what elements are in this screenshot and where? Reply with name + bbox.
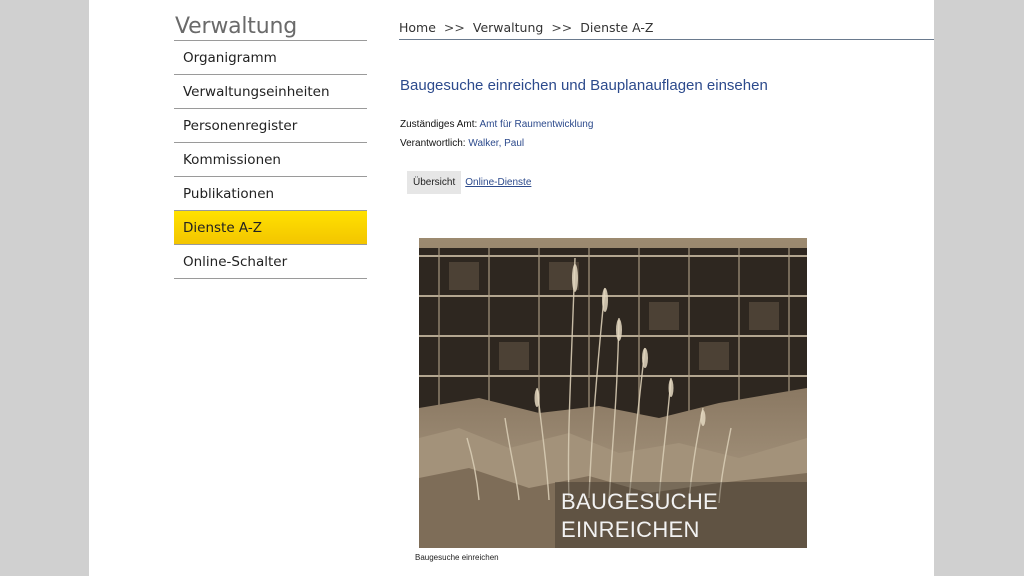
office-label: Zuständiges Amt: bbox=[400, 119, 478, 130]
hero-overlay-text: BAUGESUCHE EINREICHEN bbox=[561, 488, 718, 544]
sidebar-item-label: Organigramm bbox=[183, 49, 277, 66]
sidebar-item-dienste-a-z[interactable]: Dienste A-Z bbox=[174, 211, 367, 245]
sidebar-item-organigramm[interactable]: Organigramm bbox=[174, 41, 367, 75]
sidebar-item-personenregister[interactable]: Personenregister bbox=[174, 109, 367, 143]
sidebar-item-label: Kommissionen bbox=[183, 151, 281, 168]
sidebar-item-label: Dienste A-Z bbox=[183, 219, 262, 236]
responsible-row: Verantwortlich: Walker, Paul bbox=[400, 138, 524, 149]
breadcrumb-home[interactable]: Home bbox=[399, 20, 436, 35]
page-heading: Baugesuche einreichen und Bauplanauflage… bbox=[400, 77, 768, 94]
office-link[interactable]: Amt für Raumentwicklung bbox=[480, 119, 594, 130]
section-title: Verwaltung bbox=[175, 14, 297, 39]
responsible-link[interactable]: Walker, Paul bbox=[468, 138, 524, 149]
breadcrumb-verwaltung[interactable]: Verwaltung bbox=[473, 20, 543, 35]
breadcrumb-separator: >> bbox=[551, 20, 573, 35]
sidebar-item-label: Verwaltungseinheiten bbox=[183, 83, 330, 100]
responsible-label: Verantwortlich: bbox=[400, 138, 466, 149]
sidebar-item-verwaltungseinheiten[interactable]: Verwaltungseinheiten bbox=[174, 75, 367, 109]
sidebar-item-label: Online-Schalter bbox=[183, 253, 288, 270]
hero-image: BAUGESUCHE EINREICHEN bbox=[419, 238, 807, 548]
sidebar-item-online-schalter[interactable]: Online-Schalter bbox=[174, 245, 367, 279]
sidebar-item-publikationen[interactable]: Publikationen bbox=[174, 177, 367, 211]
page-container: Verwaltung Home >> Verwaltung >> Dienste A-Z… bbox=[89, 0, 934, 576]
sidebar-item-label: Personenregister bbox=[183, 117, 298, 134]
tab-uebersicht[interactable]: Übersicht bbox=[407, 171, 462, 194]
hero-caption: Baugesuche einreichen bbox=[415, 553, 499, 562]
sidebar-item-label: Publikationen bbox=[183, 185, 275, 202]
sidebar-item-kommissionen[interactable]: Kommissionen bbox=[174, 143, 367, 177]
breadcrumb-separator: >> bbox=[443, 20, 465, 35]
breadcrumb-current[interactable]: Dienste A-Z bbox=[580, 20, 653, 35]
hero-overlay-line1: BAUGESUCHE bbox=[561, 489, 719, 514]
content-tabs: Übersicht Online-Dienste bbox=[407, 171, 537, 194]
hero-overlay-line2: EINREICHEN bbox=[561, 517, 700, 542]
header-divider bbox=[399, 39, 934, 40]
tab-online-dienste[interactable]: Online-Dienste bbox=[461, 171, 537, 194]
office-row: Zuständiges Amt: Amt für Raumentwicklung bbox=[400, 119, 593, 130]
breadcrumb: Home >> Verwaltung >> Dienste A-Z bbox=[399, 20, 653, 35]
sidebar-nav: Organigramm Verwaltungseinheiten Persone… bbox=[174, 40, 367, 279]
